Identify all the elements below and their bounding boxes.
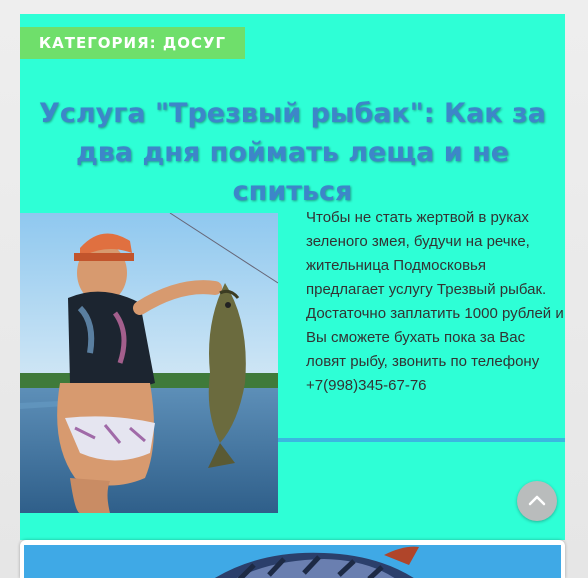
scroll-to-top-button[interactable] [517,481,557,521]
chevron-up-icon [528,495,546,506]
post-excerpt: Чтобы не стать жертвой в руках зеленого … [306,209,564,394]
post-card: КАТЕГОРИЯ: ДОСУГ Услуга "Трезвый рыбак":… [20,14,565,540]
divider [278,438,565,442]
post-title[interactable]: Услуга "Трезвый рыбак": Как за два дня п… [20,94,565,211]
woman-holding-fish-photo [20,213,278,513]
next-post-card[interactable] [20,540,565,578]
fish-photo [24,545,561,578]
post-image[interactable] [20,213,278,513]
category-badge[interactable]: КАТЕГОРИЯ: ДОСУГ [20,27,245,59]
next-post-image[interactable] [24,545,561,578]
